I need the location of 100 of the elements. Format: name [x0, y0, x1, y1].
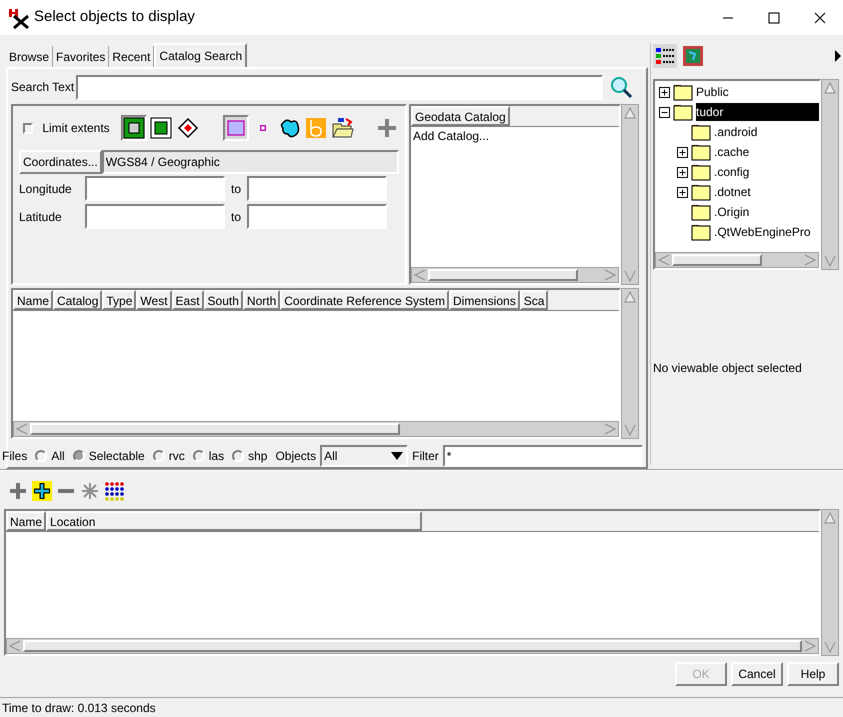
column-header[interactable]: Catalog	[53, 290, 102, 310]
scroll-left-icon[interactable]	[7, 639, 23, 653]
to-label: to	[230, 208, 242, 226]
folder-icon	[691, 223, 711, 241]
collapse-icon[interactable]	[659, 106, 670, 118]
vertical-scrollbar[interactable]	[621, 104, 639, 285]
scroll-right-icon[interactable]	[602, 268, 618, 282]
radio-button[interactable]	[192, 450, 205, 462]
vertical-scrollbar[interactable]	[621, 288, 639, 439]
radio-label: las	[208, 448, 224, 465]
tree-item[interactable]: .cache	[714, 143, 758, 161]
scroll-up-icon[interactable]	[822, 80, 838, 96]
scroll-down-icon[interactable]	[622, 422, 638, 438]
column-header[interactable]: Type	[102, 290, 136, 310]
scroll-down-icon[interactable]	[622, 268, 638, 284]
region-icon	[278, 117, 301, 139]
dialog-button[interactable]: Help	[787, 662, 839, 686]
column-header[interactable]: West	[136, 290, 172, 310]
square-frame-icon	[122, 117, 145, 139]
search-label: Search Text	[11, 79, 74, 96]
diamond-icon	[176, 117, 199, 139]
min-field[interactable]	[85, 176, 225, 201]
add-icon	[376, 117, 398, 139]
tree-item[interactable]: Public	[696, 83, 737, 101]
radio-button[interactable]	[35, 450, 48, 462]
horizontal-scrollbar[interactable]	[6, 638, 819, 654]
max-field[interactable]	[247, 204, 387, 229]
objects-label: Objects	[275, 448, 316, 465]
tree-item[interactable]: .QtWebEnginePro	[714, 223, 818, 241]
limit-extents-label: Limit extents	[42, 120, 110, 137]
vertical-scrollbar[interactable]	[821, 509, 839, 656]
column-header[interactable]: Coordinate Reference System	[280, 290, 449, 310]
scroll-up-icon[interactable]	[822, 510, 838, 526]
radio-button[interactable]	[72, 450, 85, 462]
tree-item[interactable]: .dotnet	[714, 183, 759, 201]
highlighted-add-icon[interactable]	[32, 481, 52, 501]
expand-icon[interactable]	[677, 146, 688, 158]
tree-item[interactable]: .Origin	[714, 203, 758, 221]
window-title: Select objects to display	[34, 7, 195, 28]
scroll-down-icon[interactable]	[822, 639, 838, 655]
tab[interactable]: Favorites	[53, 46, 110, 67]
horizontal-scrollbar[interactable]	[411, 267, 619, 283]
column-header[interactable]: Location	[46, 511, 422, 531]
horizontal-scrollbar[interactable]	[13, 421, 619, 437]
add-icon[interactable]	[8, 481, 28, 501]
column-header[interactable]: Name	[13, 290, 54, 310]
tree-item[interactable]: .config	[714, 163, 758, 181]
objects-dropdown[interactable]: All	[320, 445, 408, 467]
preview-message: No viewable object selected	[653, 360, 802, 376]
scroll-right-icon[interactable]	[602, 422, 618, 436]
column-header[interactable]: South	[204, 290, 243, 310]
scroll-down-icon[interactable]	[822, 253, 838, 269]
min-field[interactable]	[85, 204, 225, 229]
vertical-scrollbar[interactable]	[821, 79, 839, 270]
scroll-right-icon[interactable]	[802, 253, 818, 267]
column-header[interactable]: Geodata Catalog	[411, 106, 510, 126]
tree-item[interactable]: .android	[714, 123, 766, 141]
map-view-icon[interactable]	[681, 44, 705, 68]
to-label: to	[230, 180, 242, 198]
radio-label: shp	[248, 448, 268, 465]
catalog-item[interactable]: Add Catalog...	[413, 127, 617, 145]
tab[interactable]: Browse	[6, 46, 54, 67]
arrow-right-icon[interactable]	[833, 49, 843, 63]
column-header[interactable]: East	[172, 290, 204, 310]
scroll-left-icon[interactable]	[412, 268, 428, 282]
folder-icon	[673, 83, 693, 101]
search-field[interactable]	[76, 74, 604, 100]
column-header[interactable]: North	[242, 290, 280, 310]
scroll-up-icon[interactable]	[622, 105, 638, 121]
column-header[interactable]: Name	[6, 511, 46, 531]
scroll-left-icon[interactable]	[656, 253, 672, 267]
search-icon[interactable]	[609, 75, 634, 99]
filter-field[interactable]: *	[442, 445, 643, 467]
tab[interactable]: Catalog Search	[154, 43, 248, 67]
dots-grid-icon[interactable]	[104, 481, 126, 501]
max-field[interactable]	[247, 176, 387, 201]
column-header[interactable]: Dimensions	[449, 290, 520, 310]
coordinate-label: Latitude	[19, 208, 63, 226]
scroll-up-icon[interactable]	[622, 289, 638, 305]
radio-button[interactable]	[232, 450, 244, 462]
radio-button[interactable]	[152, 450, 165, 462]
scroll-left-icon[interactable]	[14, 422, 30, 436]
folder-icon	[691, 203, 711, 221]
expand-icon[interactable]	[659, 86, 670, 98]
radio-label: rvc	[168, 448, 185, 465]
checkbox[interactable]	[23, 122, 34, 134]
tool-button[interactable]	[176, 115, 200, 141]
scroll-right-icon[interactable]	[802, 639, 818, 653]
coordinates-button[interactable]: Coordinates...	[19, 150, 102, 174]
horizontal-scrollbar[interactable]	[655, 252, 819, 268]
expand-icon[interactable]	[677, 166, 688, 178]
column-header[interactable]: Sca	[520, 290, 548, 310]
tool-button[interactable]	[150, 115, 174, 141]
expand-icon[interactable]	[677, 186, 688, 198]
list-view-icon[interactable]	[653, 44, 677, 68]
dialog-button[interactable]: Cancel	[731, 662, 783, 686]
tree-item[interactable]: tudor	[696, 103, 819, 121]
tool-button[interactable]	[120, 115, 147, 141]
folder-icon	[691, 163, 711, 181]
radio-label: All	[51, 448, 65, 465]
